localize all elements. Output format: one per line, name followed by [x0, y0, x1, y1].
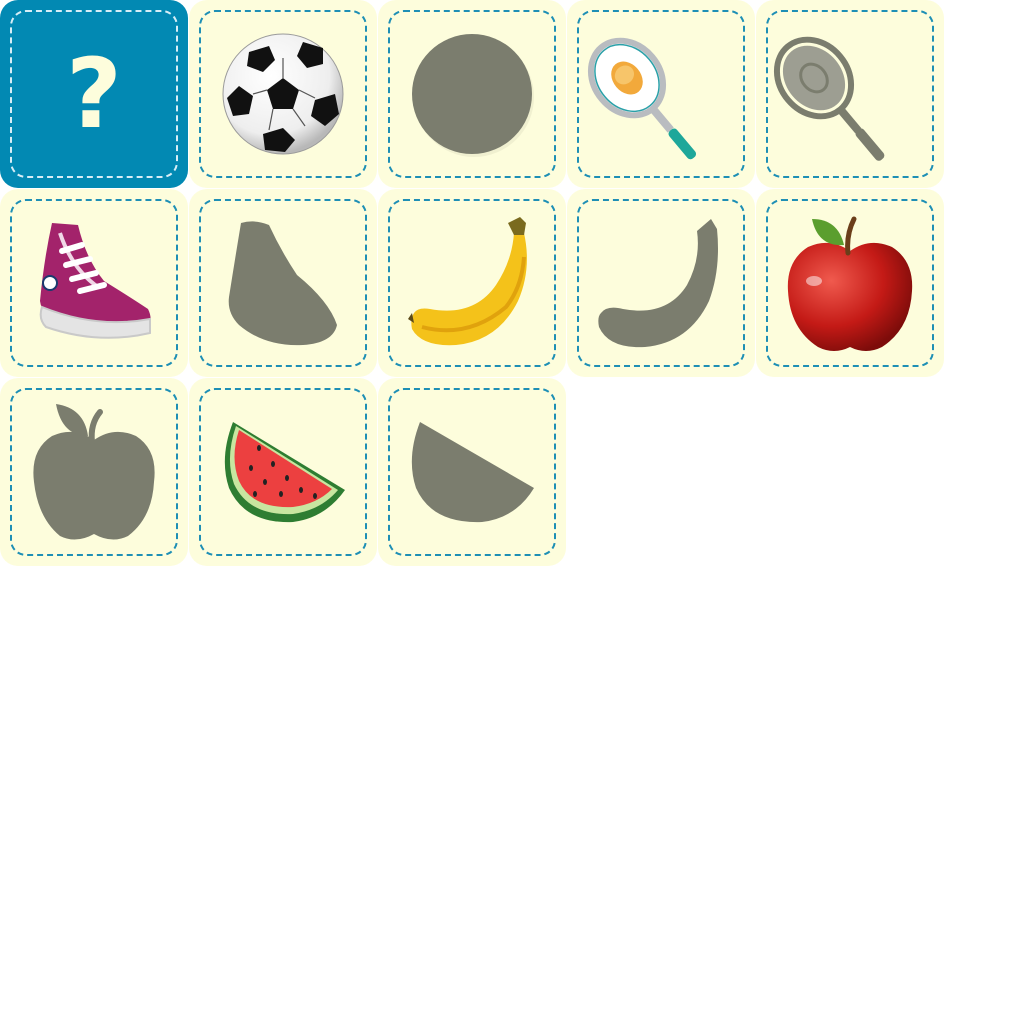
- watermelon-slice-icon: [224, 422, 345, 523]
- card-tennis-racket[interactable]: [567, 0, 755, 188]
- card-sneaker[interactable]: [0, 189, 188, 377]
- banana-silhouette-icon: [598, 219, 718, 348]
- apple-icon: [787, 216, 913, 351]
- question-mark-icon: ?: [66, 38, 122, 150]
- tennis-racket-icon: [587, 37, 697, 160]
- card-soccer-ball[interactable]: [189, 0, 377, 188]
- sneaker-icon: [39, 223, 151, 339]
- card-tennis-racket-silhouette[interactable]: [756, 0, 944, 188]
- card-watermelon-silhouette[interactable]: [378, 378, 566, 566]
- card-banana[interactable]: [378, 189, 566, 377]
- soccer-ball-silhouette-icon: [412, 34, 534, 157]
- banana-icon: [408, 217, 527, 346]
- memory-board: ?: [0, 0, 1024, 1024]
- hidden-card[interactable]: ?: [0, 0, 188, 188]
- card-apple[interactable]: [756, 189, 944, 377]
- watermelon-silhouette-icon: [411, 422, 534, 523]
- tennis-racket-silhouette-icon: [773, 36, 885, 161]
- card-sneaker-silhouette[interactable]: [189, 189, 377, 377]
- sneaker-silhouette-icon: [228, 221, 337, 346]
- soccer-ball-icon: [222, 33, 344, 155]
- card-soccer-ball-silhouette[interactable]: [378, 0, 566, 188]
- apple-silhouette-icon: [33, 404, 155, 540]
- card-banana-silhouette[interactable]: [567, 189, 755, 377]
- card-watermelon-slice[interactable]: [189, 378, 377, 566]
- card-apple-silhouette[interactable]: [0, 378, 188, 566]
